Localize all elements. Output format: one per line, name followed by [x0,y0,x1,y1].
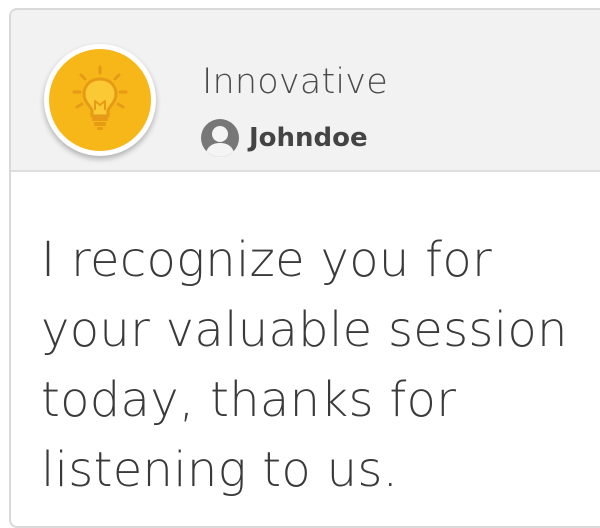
badge-circle [49,49,151,151]
author[interactable]: Johndoe [201,118,368,158]
user-avatar-icon [201,119,239,157]
card-header: Innovative Johndoe [11,10,600,172]
recognition-message: I recognize you for your valuable sessio… [41,232,568,498]
badge-title: Innovative [202,62,388,102]
badge [44,44,156,156]
lightbulb-icon [72,65,128,130]
author-name[interactable]: Johndoe [249,123,368,153]
recognition-card: Innovative Johndoe I recognize you for y… [9,8,600,528]
